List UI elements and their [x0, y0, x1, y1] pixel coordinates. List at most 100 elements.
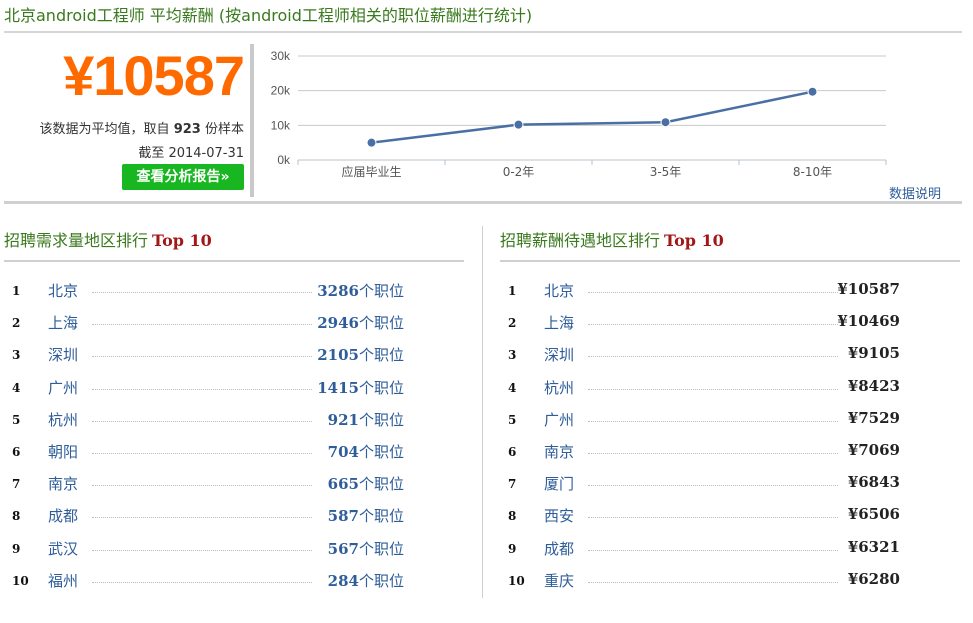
city-link[interactable]: 南京 [544, 441, 574, 462]
salary-summary: ¥10587 该数据为平均值，取自 923 份样本 截至 2014-07-31 … [4, 36, 248, 196]
series-line [371, 90, 813, 144]
job-count-unit: 个职位 [358, 378, 404, 397]
rank-number: 1 [508, 284, 517, 298]
x-tick-label: 0-2年 [503, 165, 535, 179]
job-count[interactable]: 284个职位 [328, 570, 404, 591]
city-link[interactable]: 杭州 [48, 409, 78, 430]
y-tick-label: 0k [277, 153, 291, 167]
city-link[interactable]: 重庆 [544, 570, 574, 591]
rank-number: 9 [508, 541, 517, 556]
dotted-leader [588, 549, 838, 551]
list-item: 8 成都 587个职位 [4, 501, 464, 533]
salary-value: ¥6321 [847, 537, 900, 556]
panels-separator [482, 226, 483, 598]
city-link[interactable]: 武汉 [48, 538, 78, 559]
y-tick-label: 30k [271, 49, 291, 63]
dotted-leader [588, 388, 838, 390]
city-link[interactable]: 深圳 [48, 344, 78, 365]
salary-value: ¥10469 [837, 312, 900, 331]
job-count-unit: 个职位 [358, 475, 404, 494]
view-report-button[interactable]: 查看分析报告» [122, 164, 244, 190]
demand-ranking-title-text: 招聘需求量地区排行 [4, 231, 149, 250]
job-count-unit: 个职位 [358, 410, 404, 429]
list-item: 3 深圳 2105个职位 [4, 340, 464, 372]
list-item: 3 深圳 ¥9105 [500, 340, 960, 372]
job-count-unit: 个职位 [358, 346, 404, 365]
job-count-unit: 个职位 [358, 571, 404, 590]
city-link[interactable]: 厦门 [544, 473, 574, 494]
x-tick-label: 3-5年 [650, 165, 682, 179]
city-link[interactable]: 上海 [48, 312, 78, 333]
list-item: 9 武汉 567个职位 [4, 534, 464, 566]
city-link[interactable]: 北京 [544, 280, 574, 301]
list-item: 2 上海 ¥10469 [500, 308, 960, 340]
rank-number: 7 [12, 477, 21, 492]
job-count[interactable]: 921个职位 [328, 409, 404, 430]
dotted-leader [92, 324, 312, 326]
list-item: 8 西安 ¥6506 [500, 501, 960, 533]
data-point [807, 86, 818, 97]
job-count-number: 567 [327, 539, 359, 558]
chart-canvas: 0k 10k 20k 30k 应届毕业生 0-2年 3-5年 8-10年 [271, 49, 887, 179]
data-point [366, 137, 377, 148]
list-item: 7 厦门 ¥6843 [500, 469, 960, 501]
job-count-number: 587 [327, 507, 359, 526]
job-count-unit: 个职位 [358, 282, 404, 300]
job-count-number: 921 [327, 410, 359, 429]
salary-ranking-title-text: 招聘薪酬待遇地区排行 [500, 231, 661, 250]
dotted-leader [588, 356, 838, 358]
rank-number: 8 [12, 509, 21, 524]
dotted-leader [92, 356, 312, 358]
city-link[interactable]: 广州 [48, 377, 78, 398]
job-count[interactable]: 2105个职位 [317, 344, 404, 365]
dotted-leader [588, 420, 838, 422]
salary-ranking-list: 1 北京 ¥10587 2 上海 ¥10469 3 深圳 ¥9105 4 杭州 ¥8423 5 广州 ¥75… [500, 276, 960, 598]
list-item: 10 福州 284个职位 [4, 566, 464, 598]
salary-value: ¥10587 [837, 280, 900, 298]
salary-value: ¥6506 [847, 505, 900, 524]
job-count[interactable]: 2946个职位 [317, 312, 404, 333]
y-tick-label: 20k [271, 84, 291, 98]
salary-ranking-rule [500, 260, 960, 262]
job-count-number: 704 [327, 442, 359, 461]
job-count[interactable]: 665个职位 [328, 473, 404, 494]
city-link[interactable]: 杭州 [544, 377, 574, 398]
list-item: 4 杭州 ¥8423 [500, 373, 960, 405]
job-count[interactable]: 704个职位 [328, 441, 404, 462]
city-link[interactable]: 成都 [48, 505, 78, 526]
city-link[interactable]: 深圳 [544, 344, 574, 365]
job-count[interactable]: 3286个职位 [317, 280, 404, 301]
dotted-leader [588, 324, 838, 326]
city-link[interactable]: 福州 [48, 570, 78, 591]
job-count-number: 284 [327, 571, 359, 590]
city-link[interactable]: 成都 [544, 538, 574, 559]
dotted-leader [92, 452, 312, 454]
job-count-unit: 个职位 [358, 507, 404, 526]
city-link[interactable]: 朝阳 [48, 441, 78, 462]
list-item: 4 广州 1415个职位 [4, 373, 464, 405]
data-explanation-link[interactable]: 数据说明 [889, 183, 941, 202]
sample-prefix: 该数据为平均值，取自 [39, 122, 170, 137]
job-count[interactable]: 1415个职位 [317, 377, 404, 398]
data-point [513, 119, 524, 130]
dotted-leader [92, 292, 312, 293]
list-item: 5 杭州 921个职位 [4, 405, 464, 437]
dotted-leader [92, 420, 312, 422]
section-divider [4, 201, 962, 204]
job-count[interactable]: 587个职位 [328, 505, 404, 526]
dotted-leader [588, 292, 838, 293]
city-link[interactable]: 广州 [544, 409, 574, 430]
city-link[interactable]: 南京 [48, 473, 78, 494]
rank-number: 1 [12, 284, 21, 298]
rank-number: 8 [508, 509, 517, 524]
salary-value: ¥6843 [847, 473, 900, 492]
job-count-unit: 个职位 [358, 539, 404, 558]
list-item: 10 重庆 ¥6280 [500, 566, 960, 598]
dotted-leader [92, 549, 312, 551]
job-count[interactable]: 567个职位 [328, 538, 404, 559]
city-link[interactable]: 上海 [544, 312, 574, 333]
demand-ranking-title: 招聘需求量地区排行 Top 10 [4, 226, 464, 256]
list-item: 5 广州 ¥7529 [500, 405, 960, 437]
city-link[interactable]: 北京 [48, 280, 78, 301]
city-link[interactable]: 西安 [544, 505, 574, 526]
